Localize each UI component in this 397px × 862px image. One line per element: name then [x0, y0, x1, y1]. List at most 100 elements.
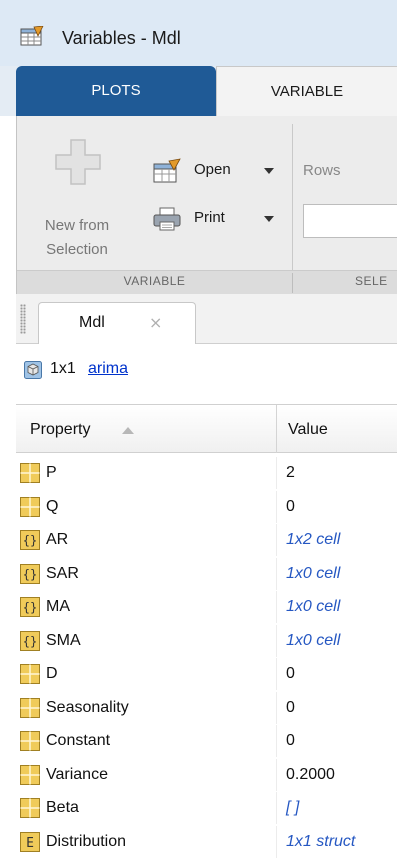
property-name: MA	[46, 598, 70, 615]
column-divider	[276, 624, 277, 657]
column-divider	[276, 457, 277, 489]
column-divider	[276, 490, 277, 523]
property-name: Variance	[46, 765, 108, 783]
property-value: 0	[286, 665, 295, 682]
rows-label: Rows	[303, 162, 341, 179]
column-divider	[276, 691, 277, 724]
table-row[interactable]: Constant 0	[16, 725, 397, 757]
table-row[interactable]: Beta [ ]	[16, 792, 397, 824]
property-value[interactable]: 1x1 struct	[286, 833, 355, 851]
group-label-variable: VARIABLE	[123, 274, 186, 288]
ribbon-group-labels: VARIABLE SELE	[17, 270, 397, 294]
property-name: Beta	[46, 799, 79, 816]
window-titlebar: Variables - Mdl	[0, 0, 397, 66]
sort-ascending-icon	[122, 427, 134, 434]
svg-text:{}: {}	[23, 601, 37, 615]
table-row[interactable]: {} AR 1x2 cell	[16, 524, 397, 556]
property-value: 0	[286, 698, 295, 716]
property-value: 0	[286, 497, 295, 515]
document-tab-label: Mdl	[79, 314, 105, 331]
chevron-down-icon[interactable]	[264, 216, 274, 222]
column-divider	[276, 825, 277, 858]
table-row[interactable]: Q0	[16, 490, 397, 523]
plus-icon	[55, 139, 101, 185]
tab-plots[interactable]: PLOTS	[16, 66, 216, 116]
new-from-label-line2: Selection	[46, 241, 108, 258]
document-tab-mdl[interactable]: Mdl ×	[38, 302, 196, 345]
property-name: Distribution	[46, 832, 127, 850]
variables-editor-icon	[20, 26, 44, 46]
drag-grip[interactable]	[20, 304, 26, 334]
cell-array-icon: {}	[20, 563, 40, 584]
table-row[interactable]: {} SMA 1x0 cell	[16, 624, 397, 657]
ribbon-separator	[292, 124, 293, 270]
table-row[interactable]: E Distribution 1x1 struct	[16, 825, 397, 858]
matrix-icon	[20, 697, 40, 718]
column-divider	[276, 758, 277, 791]
property-value: 2	[286, 464, 295, 481]
property-name: AR	[46, 531, 69, 548]
cell-array-icon: {}	[20, 597, 40, 617]
new-from-selection-button[interactable]: New from Selection	[17, 126, 137, 276]
property-value[interactable]: 1x2 cell	[286, 531, 340, 549]
property-value[interactable]: [ ]	[286, 799, 299, 817]
property-name: SAR	[46, 564, 79, 582]
svg-text:E: E	[26, 836, 34, 851]
column-divider	[276, 524, 277, 556]
new-from-label-line1: New from	[44, 217, 110, 234]
column-divider	[276, 557, 277, 590]
cell-array-icon: {}	[20, 530, 40, 550]
property-name: Q	[46, 497, 59, 515]
matrix-icon	[20, 764, 40, 785]
column-divider[interactable]	[276, 405, 277, 453]
matrix-icon	[20, 731, 40, 751]
svg-text:{}: {}	[23, 634, 37, 648]
svg-text:{}: {}	[23, 567, 37, 581]
print-button[interactable]: Print	[152, 204, 282, 234]
chevron-down-icon[interactable]	[264, 168, 274, 174]
variable-dims: 1x1	[50, 360, 76, 377]
close-icon[interactable]: ×	[149, 313, 162, 332]
matrix-icon	[20, 798, 40, 818]
variable-summary: 1x1 arima	[16, 344, 397, 396]
open-variable-icon	[153, 158, 181, 183]
table-row[interactable]: Variance 0.2000	[16, 758, 397, 791]
property-name: D	[46, 665, 58, 682]
struct-icon: E	[20, 831, 40, 852]
matrix-icon	[20, 496, 40, 517]
ribbon-tabstrip: PLOTS VARIABLE	[0, 66, 397, 116]
table-row[interactable]: Seasonality 0	[16, 691, 397, 724]
group-label-selection: SELE	[355, 274, 388, 288]
property-value[interactable]: 1x0 cell	[286, 632, 340, 650]
column-divider	[276, 792, 277, 824]
open-label: Open	[194, 161, 231, 178]
class-link-arima[interactable]: arima	[88, 360, 128, 378]
matrix-icon	[20, 664, 40, 684]
table-row[interactable]: P2	[16, 457, 397, 489]
property-value: 0.2000	[286, 765, 335, 783]
object-cube-icon	[24, 361, 42, 379]
property-name: Constant	[46, 732, 111, 749]
column-divider	[276, 658, 277, 690]
matrix-icon	[20, 463, 40, 483]
property-value[interactable]: 1x0 cell	[286, 565, 340, 583]
property-value[interactable]: 1x0 cell	[286, 598, 340, 616]
svg-text:{}: {}	[23, 534, 37, 548]
rows-input[interactable]	[303, 204, 397, 238]
tab-variable[interactable]: VARIABLE	[216, 66, 397, 116]
document-tabstrip: Mdl ×	[16, 294, 397, 345]
column-divider	[276, 591, 277, 623]
table-row[interactable]: {} MA 1x0 cell	[16, 591, 397, 623]
printer-icon	[153, 207, 181, 231]
column-header-value[interactable]: Value	[288, 421, 328, 439]
table-row[interactable]: D0	[16, 658, 397, 690]
open-button[interactable]: Open	[152, 156, 282, 186]
property-name: Seasonality	[46, 698, 129, 716]
property-value: 0	[286, 732, 295, 749]
column-header-property[interactable]: Property	[30, 421, 90, 439]
table-header: Property Value	[16, 405, 397, 453]
property-name: SMA	[46, 631, 81, 649]
table-row[interactable]: {} SAR 1x0 cell	[16, 557, 397, 590]
print-label: Print	[194, 209, 225, 226]
property-name: P	[46, 464, 57, 481]
